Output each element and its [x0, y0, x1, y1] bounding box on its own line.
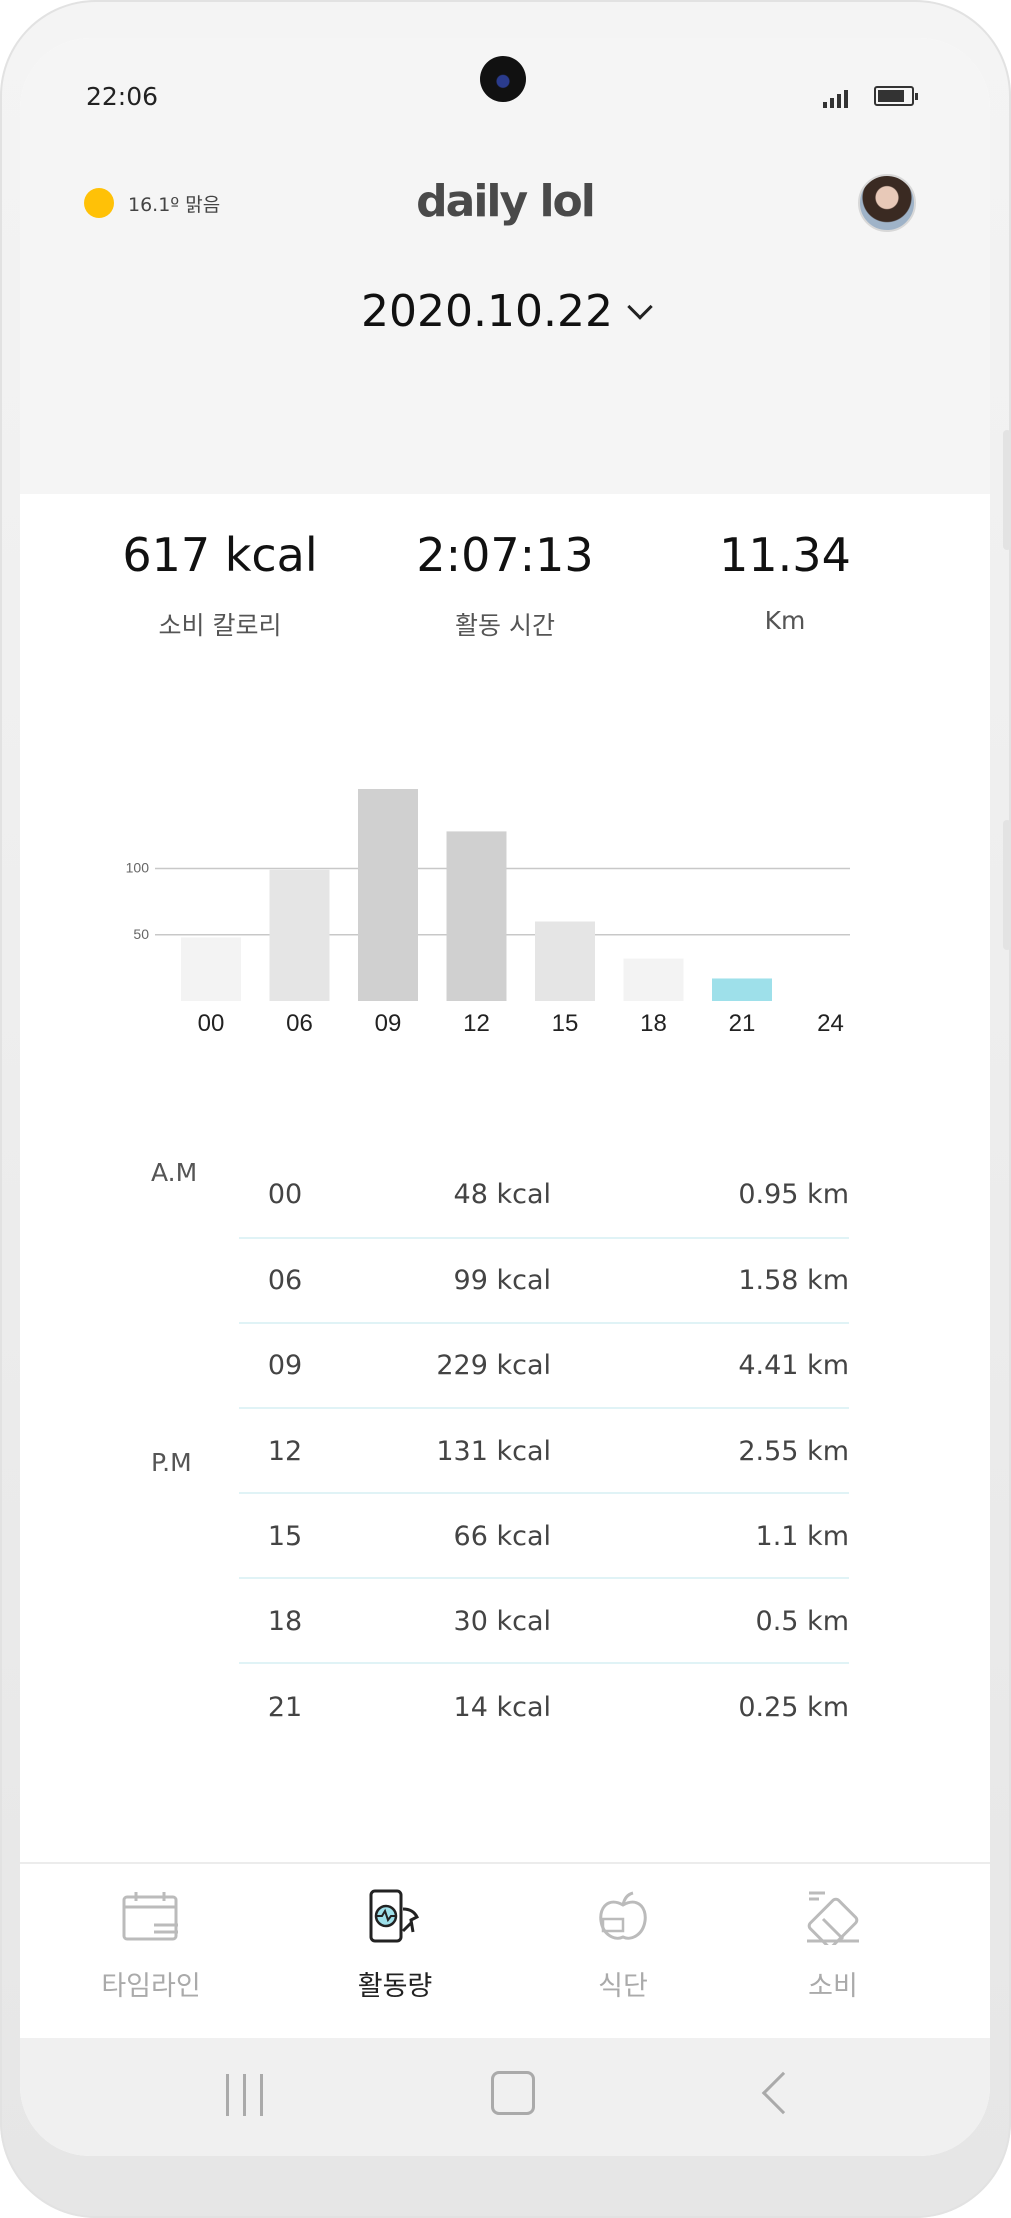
date-label: 2020.10.22	[361, 286, 613, 337]
row-kcal: 30 kcal	[453, 1606, 551, 1637]
table-row: 00 48 kcal 0.95 km	[239, 1152, 849, 1237]
stat-label: 소비 칼로리	[158, 611, 282, 640]
x-tick-label: 00	[198, 1010, 225, 1037]
table-row: 21 14 kcal 0.25 km	[239, 1665, 849, 1750]
stat-calories: 617 kcal 소비 칼로리	[115, 528, 325, 642]
screen: 22:06 16.1º 맑음 daily lol 2020.10.22 617 …	[20, 38, 990, 2156]
y-tick-label: 50	[133, 926, 149, 942]
row-km: 1.58 km	[738, 1265, 849, 1296]
bar[interactable]	[446, 831, 507, 1001]
back-button[interactable]	[761, 2071, 805, 2115]
row-km: 4.41 km	[738, 1350, 849, 1381]
x-tick-label: 24	[817, 1010, 844, 1037]
row-hour: 21	[267, 1692, 303, 1723]
row-kcal: 14 kcal	[453, 1692, 551, 1723]
stat-value: 2:07:13	[416, 528, 594, 582]
row-divider	[239, 1662, 849, 1664]
status-time: 22:06	[86, 82, 159, 111]
row-hour: 12	[267, 1436, 303, 1467]
volume-button	[1003, 430, 1011, 550]
y-tick-label: 100	[126, 860, 150, 876]
stat-active-time: 2:07:13 활동 시간	[400, 528, 610, 642]
stat-value: 11.34	[719, 528, 851, 582]
home-button[interactable]	[491, 2071, 535, 2115]
bar[interactable]	[623, 958, 684, 1001]
status-bar: 22:06	[20, 38, 990, 148]
nav-label: 식단	[598, 1971, 648, 2002]
am-label: A.M	[151, 1158, 198, 1187]
row-hour: 15	[267, 1521, 303, 1552]
activity-icon	[310, 1886, 480, 1948]
row-kcal: 66 kcal	[453, 1521, 551, 1552]
x-tick-label: 18	[640, 1010, 667, 1037]
row-km: 1.1 km	[755, 1521, 849, 1552]
power-button	[1003, 820, 1011, 950]
nav-label: 활동량	[357, 1971, 433, 2002]
table-row: 06 99 kcal 1.58 km	[239, 1238, 849, 1323]
pm-label: P.M	[151, 1448, 192, 1477]
x-tick-label: 06	[286, 1010, 313, 1037]
bar[interactable]	[712, 978, 772, 1001]
bar[interactable]	[269, 869, 330, 1001]
row-hour: 00	[267, 1179, 303, 1210]
table-row: 15 66 kcal 1.1 km	[239, 1494, 849, 1579]
recent-apps-button[interactable]	[226, 2074, 263, 2116]
row-km: 0.5 km	[755, 1606, 849, 1637]
x-tick-label: 09	[375, 1010, 402, 1037]
calendar-icon	[66, 1886, 236, 1948]
stat-value: 617 kcal	[122, 528, 318, 582]
stat-label: Km	[764, 606, 806, 635]
nav-spending[interactable]: 소비	[748, 1886, 918, 2003]
nav-activity[interactable]: 활동량	[310, 1886, 480, 2003]
signal-icon	[823, 88, 848, 108]
row-km: 2.55 km	[738, 1436, 849, 1467]
apple-icon	[538, 1886, 708, 1948]
card-icon	[748, 1886, 918, 1948]
row-kcal: 229 kcal	[436, 1350, 551, 1381]
bottom-nav: 타임라인 활동량 식단 소비	[20, 1862, 990, 2038]
activity-chart: 50 100 00 06 09 12 15 18 21 24	[20, 718, 990, 1038]
x-tick-label: 21	[729, 1010, 756, 1037]
row-kcal: 48 kcal	[453, 1179, 551, 1210]
activity-chart-svg: 50 100 00 06 09 12 15 18 21 24	[126, 789, 850, 1037]
nav-timeline[interactable]: 타임라인	[66, 1886, 236, 2003]
row-hour: 18	[267, 1606, 303, 1637]
row-kcal: 99 kcal	[453, 1265, 551, 1296]
row-hour: 09	[267, 1350, 303, 1381]
date-selector[interactable]: 2020.10.22	[20, 286, 990, 337]
stat-distance: 11.34 Km	[680, 528, 890, 635]
bar[interactable]	[181, 937, 241, 1001]
avatar[interactable]	[858, 174, 916, 232]
row-km: 0.25 km	[738, 1692, 849, 1723]
phone-frame: 22:06 16.1º 맑음 daily lol 2020.10.22 617 …	[0, 0, 1011, 2218]
system-nav-bar	[20, 2038, 990, 2156]
nav-label: 타임라인	[101, 1971, 201, 2002]
table-row: 18 30 kcal 0.5 km	[239, 1579, 849, 1664]
row-kcal: 131 kcal	[436, 1436, 551, 1467]
stat-label: 활동 시간	[455, 611, 555, 640]
camera-hole	[480, 56, 526, 102]
x-tick-label: 15	[552, 1010, 579, 1037]
table-row: 12 131 kcal 2.55 km	[239, 1409, 849, 1494]
nav-diet[interactable]: 식단	[538, 1886, 708, 2003]
bar[interactable]	[358, 789, 418, 1001]
chevron-down-icon[interactable]	[627, 293, 653, 320]
table-row: 09 229 kcal 4.41 km	[239, 1323, 849, 1408]
battery-icon	[874, 86, 918, 106]
header-area: 22:06 16.1º 맑음 daily lol 2020.10.22	[20, 38, 990, 494]
row-km: 0.95 km	[738, 1179, 849, 1210]
app-logo: daily lol	[416, 176, 596, 227]
row-hour: 06	[267, 1265, 303, 1296]
bar[interactable]	[535, 921, 595, 1002]
nav-label: 소비	[808, 1971, 858, 2002]
x-tick-label: 12	[463, 1010, 490, 1037]
